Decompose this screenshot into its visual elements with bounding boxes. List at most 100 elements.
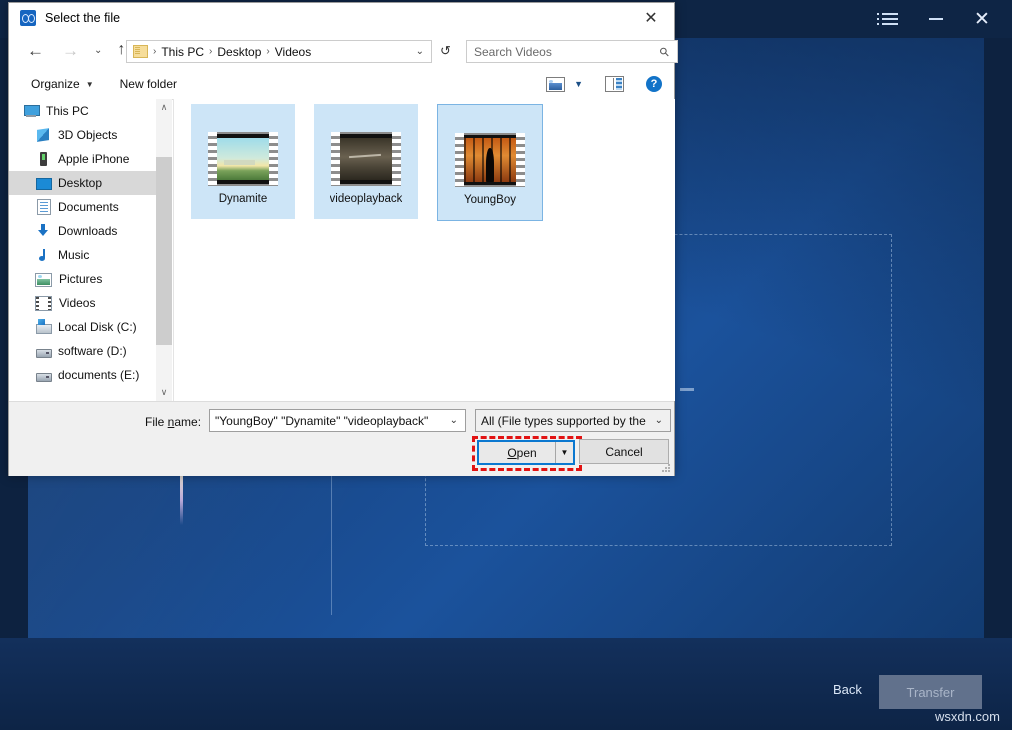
music-icon xyxy=(35,247,51,263)
sidebar-item-desktop[interactable]: Desktop xyxy=(9,171,156,195)
sidebar-item-label: This PC xyxy=(46,104,89,118)
video-thumbnail xyxy=(208,132,278,186)
scroll-up-icon[interactable]: ∧ xyxy=(156,99,172,116)
sidebar-item-music[interactable]: Music xyxy=(9,243,156,267)
nav-forward-icon: → xyxy=(60,42,81,59)
file-name-label: videoplayback xyxy=(330,193,403,205)
open-button[interactable]: Open ▼ xyxy=(477,440,575,465)
search-placeholder: Search Videos xyxy=(474,45,552,59)
breadcrumb-separator: › xyxy=(266,46,269,57)
help-icon[interactable]: ? xyxy=(646,76,662,92)
file-name-label: Dynamite xyxy=(219,193,268,205)
dialog-titlebar: Select the file ✕ xyxy=(9,3,674,33)
sidebar-item-pictures[interactable]: Pictures xyxy=(9,267,156,291)
pc-icon xyxy=(23,103,39,119)
scroll-down-icon[interactable]: ∨ xyxy=(156,384,172,401)
sidebar-item-label: software (D:) xyxy=(58,344,127,358)
open-dropdown-icon[interactable]: ▼ xyxy=(555,442,573,463)
open-button-label: Open xyxy=(489,446,555,460)
sidebar-item-documents-e[interactable]: documents (E:) xyxy=(9,363,156,387)
file-item[interactable]: videoplayback xyxy=(314,104,418,219)
file-name-value: "YoungBoy" "Dynamite" "videoplayback" xyxy=(215,414,428,428)
close-icon[interactable]: ✕ xyxy=(628,3,674,33)
open-label-mnemonic: O xyxy=(507,446,516,460)
transfer-button[interactable]: Transfer xyxy=(879,675,982,709)
disk-icon xyxy=(35,319,51,335)
breadcrumb-separator: › xyxy=(153,46,156,57)
sidebar-item-label: Local Disk (C:) xyxy=(58,320,137,334)
file-type-select[interactable]: All (File types supported by the ⌄ xyxy=(475,409,671,432)
back-link[interactable]: Back xyxy=(833,682,862,697)
sidebar-item-label: 3D Objects xyxy=(58,128,117,142)
sidebar-item-label: Documents xyxy=(58,200,119,214)
breadcrumb-separator: › xyxy=(209,46,212,57)
dialog-toolbar: Organize ▼ New folder ▼ ? xyxy=(9,69,674,100)
sidebar-item-local-disk-c[interactable]: Local Disk (C:) xyxy=(9,315,156,339)
file-name-label: YoungBoy xyxy=(464,194,516,206)
file-item[interactable]: YoungBoy xyxy=(437,104,543,221)
chevron-down-icon[interactable]: ⌄ xyxy=(450,415,458,426)
sidebar-item-downloads[interactable]: Downloads xyxy=(9,219,156,243)
sidebar-item-apple-iphone[interactable]: Apple iPhone xyxy=(9,147,156,171)
view-options-icon[interactable] xyxy=(546,77,565,92)
recent-locations-icon[interactable]: ⌄ xyxy=(94,45,102,56)
video-thumbnail xyxy=(331,132,401,186)
scrollbar-thumb[interactable] xyxy=(156,157,172,345)
tree-scrollbar[interactable]: ∧ ∨ xyxy=(156,99,172,401)
breadcrumb[interactable]: › This PC › Desktop › Videos ⌄ xyxy=(126,40,432,63)
chevron-down-icon[interactable]: ▼ xyxy=(86,80,94,89)
dialog-resize-grip[interactable] xyxy=(662,464,671,473)
search-input[interactable]: Search Videos ⚲ xyxy=(466,40,678,63)
file-name-label-text: File name: xyxy=(145,415,201,429)
toolbar-right-group: ▼ ? xyxy=(546,76,662,92)
breadcrumb-item-videos[interactable]: Videos xyxy=(275,45,311,59)
open-label-post: pen xyxy=(517,446,537,460)
sidebar-item-label: Apple iPhone xyxy=(58,152,129,166)
close-icon[interactable]: ✕ xyxy=(962,4,1002,34)
breadcrumb-item-this-pc[interactable]: This PC xyxy=(161,45,204,59)
organize-button[interactable]: Organize xyxy=(31,77,80,91)
hamburger-menu-icon[interactable] xyxy=(870,4,910,34)
file-name-input[interactable]: "YoungBoy" "Dynamite" "videoplayback" ⌄ xyxy=(209,409,466,432)
drive-icon xyxy=(35,343,51,359)
filename-label-post: ame: xyxy=(174,415,201,429)
phone-icon xyxy=(35,151,51,167)
watermark: wsxdn.com xyxy=(935,709,1000,724)
search-icon[interactable]: ⚲ xyxy=(657,43,673,59)
3d-objects-icon xyxy=(35,127,51,143)
preview-pane-icon[interactable] xyxy=(605,76,624,92)
chevron-down-icon[interactable]: ▼ xyxy=(574,79,583,89)
sidebar-item-3d-objects[interactable]: 3D Objects xyxy=(9,123,156,147)
desktop-icon xyxy=(35,175,51,191)
new-folder-button[interactable]: New folder xyxy=(120,77,177,91)
sidebar-item-software-d[interactable]: software (D:) xyxy=(9,339,156,363)
documents-icon xyxy=(37,199,51,215)
chevron-down-icon[interactable]: ⌄ xyxy=(655,415,663,426)
file-picker-dialog: Select the file ✕ ← → ⌄ ↑ › This PC › De… xyxy=(8,2,675,476)
dialog-title: Select the file xyxy=(45,11,120,25)
nav-back-icon[interactable]: ← xyxy=(25,42,46,59)
file-item[interactable]: Dynamite xyxy=(191,104,295,219)
filename-label-pre: File xyxy=(145,415,168,429)
file-type-value: All (File types supported by the xyxy=(481,414,646,428)
pictures-icon xyxy=(35,273,52,287)
resize-handle[interactable] xyxy=(680,388,694,391)
chevron-down-icon[interactable]: ⌄ xyxy=(416,46,424,57)
sidebar-item-this-pc[interactable]: This PC xyxy=(9,99,156,123)
breadcrumb-item-desktop[interactable]: Desktop xyxy=(217,45,261,59)
refresh-icon[interactable]: ↺ xyxy=(434,40,457,61)
navigation-tree: This PC 3D Objects Apple iPhone Desktop … xyxy=(9,99,156,401)
app-icon xyxy=(20,10,36,26)
sidebar-item-documents[interactable]: Documents xyxy=(9,195,156,219)
cancel-button[interactable]: Cancel xyxy=(579,439,669,464)
minimize-icon[interactable] xyxy=(916,4,956,34)
sidebar-item-label: Desktop xyxy=(58,176,102,190)
vertical-divider xyxy=(331,470,332,615)
sidebar-item-label: Videos xyxy=(59,296,95,310)
sidebar-item-label: Music xyxy=(58,248,89,262)
file-list: Dynamite videoplayback YoungBoy xyxy=(173,99,675,401)
sidebar-item-label: Pictures xyxy=(59,272,102,286)
downloads-icon xyxy=(35,223,51,239)
sidebar-item-videos[interactable]: Videos xyxy=(9,291,156,315)
background-window-controls: ✕ xyxy=(870,0,1002,38)
